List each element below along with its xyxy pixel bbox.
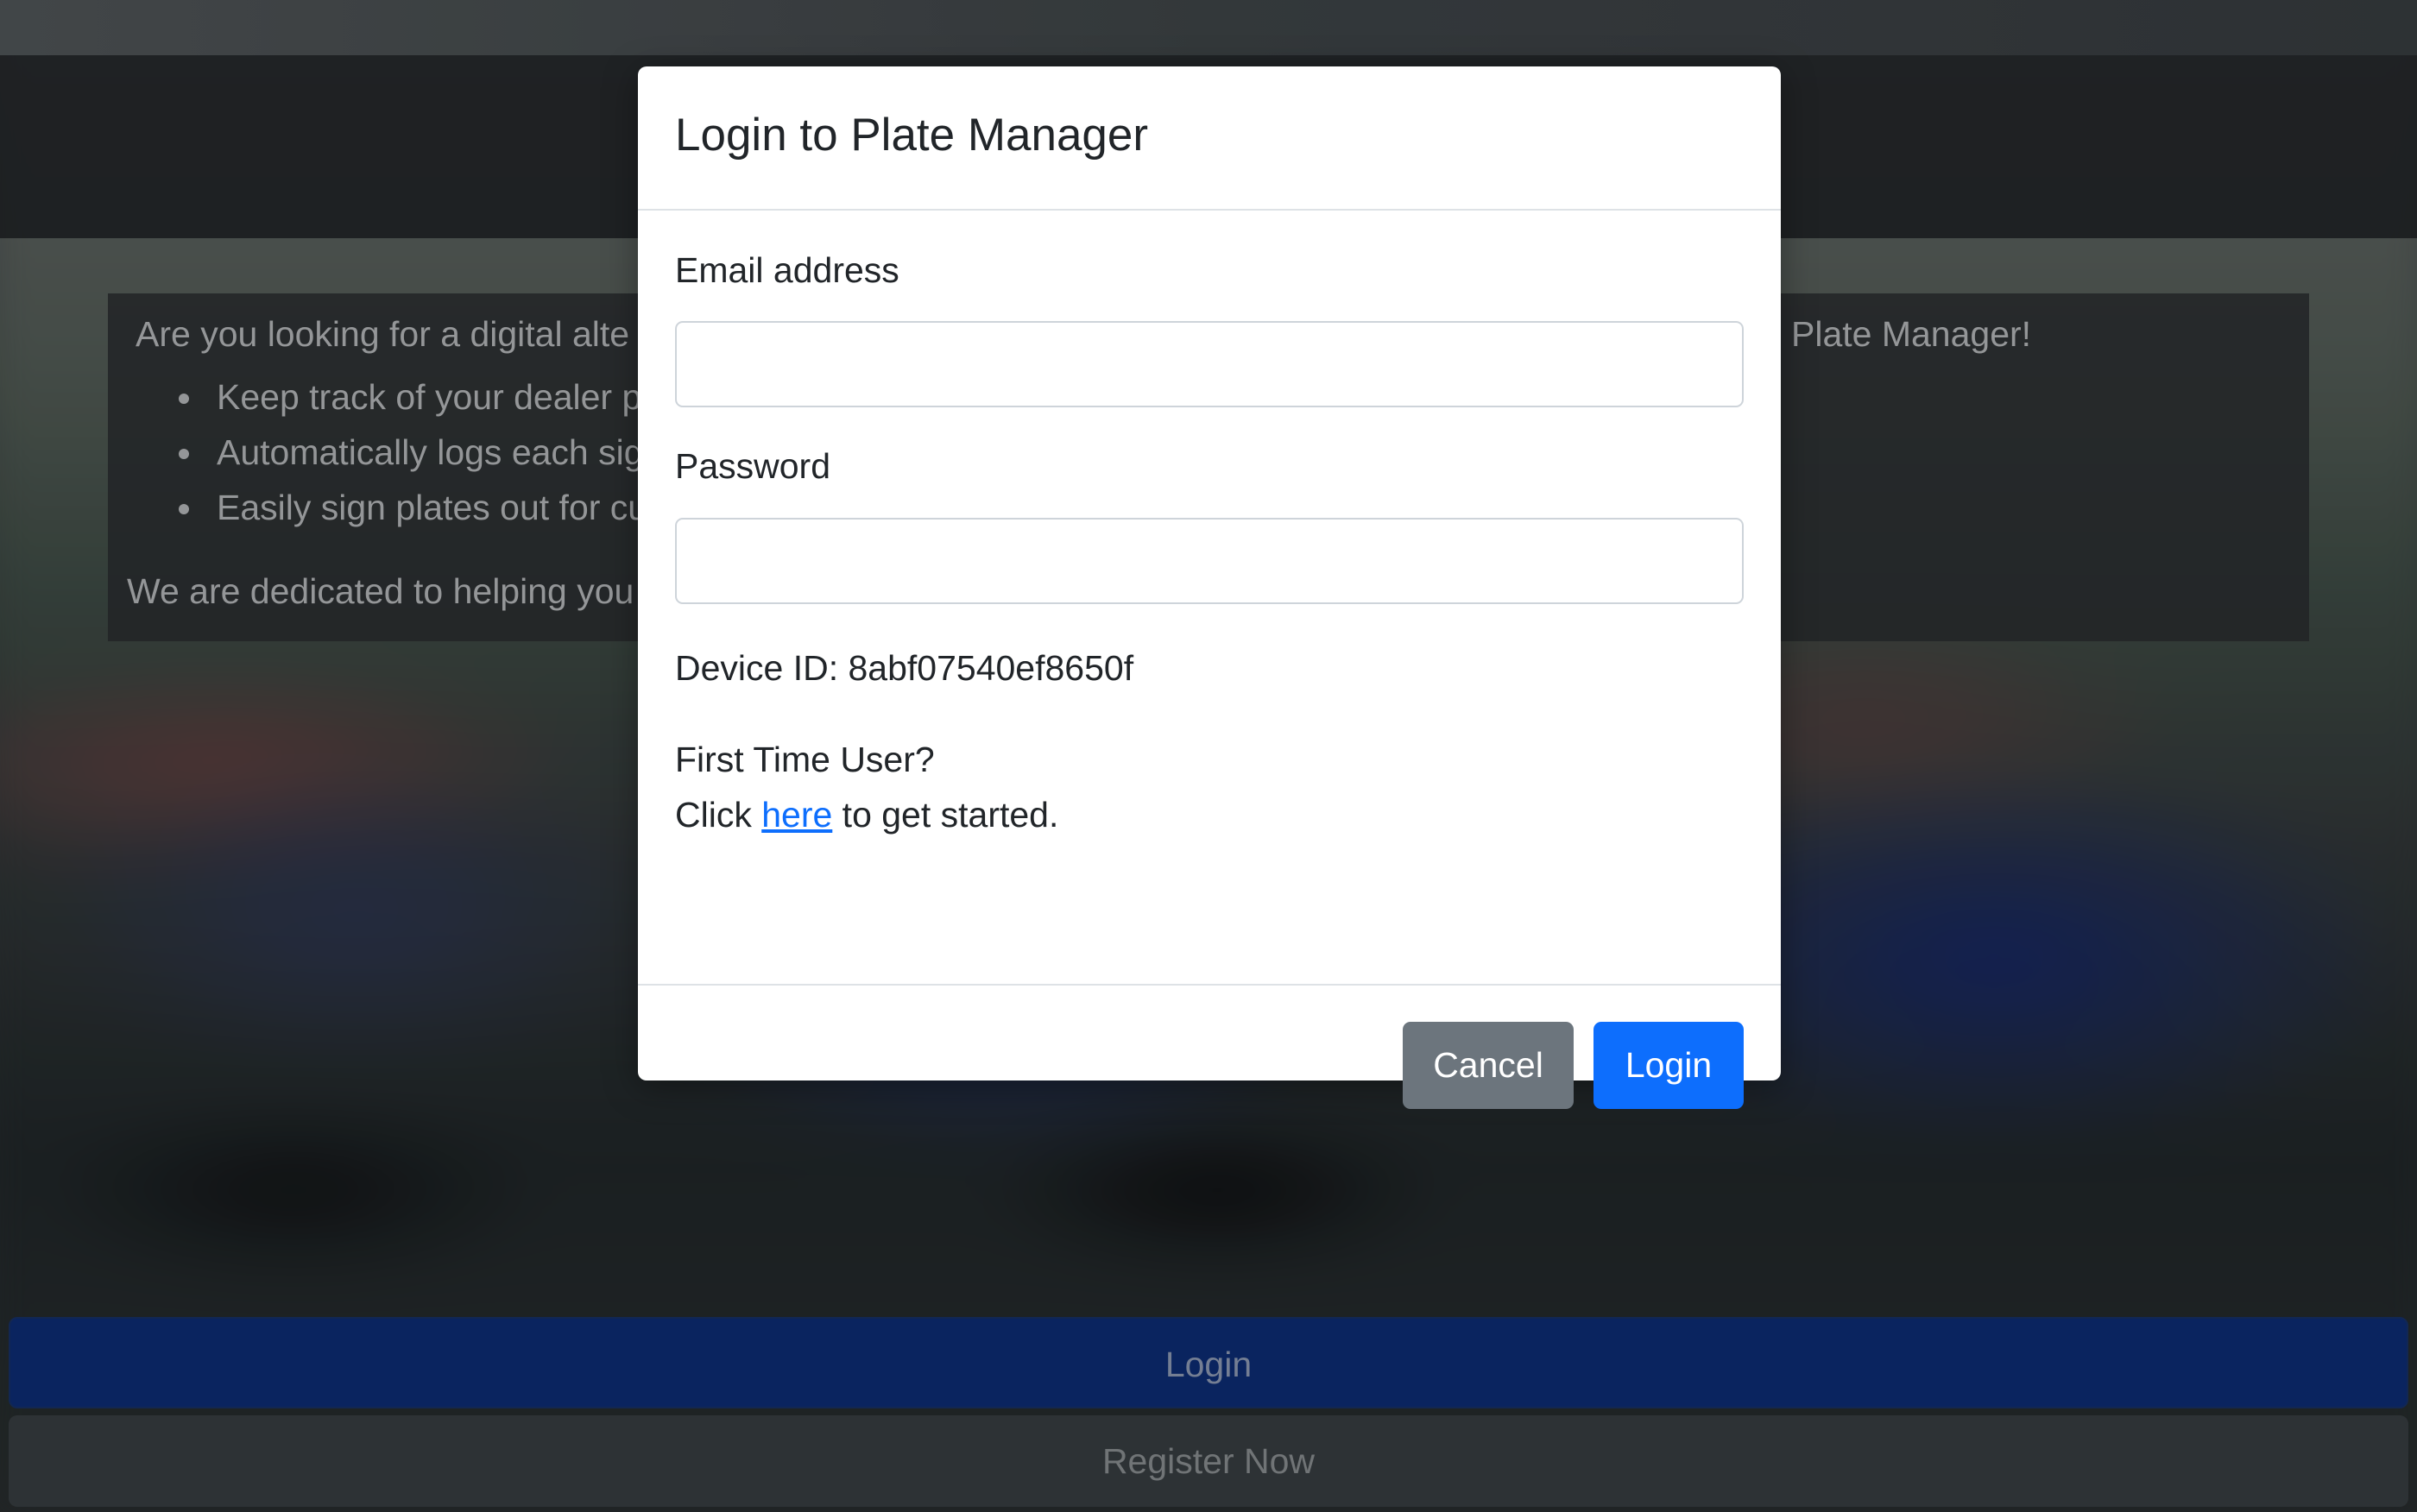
modal-footer: Cancel Login [638, 984, 1781, 1109]
password-label: Password [675, 446, 831, 486]
email-field[interactable] [675, 321, 1744, 407]
login-modal: Login to Plate Manager Email address Pas… [638, 66, 1781, 1109]
page: Are you looking for a digital alte Keep … [0, 0, 2417, 1512]
get-started-suffix: to get started. [832, 795, 1059, 835]
get-started-line: Click here to get started. [675, 792, 1058, 837]
device-id-text: Device ID: 8abf07540ef8650f [675, 648, 1134, 688]
login-submit-button[interactable]: Login [1593, 1022, 1744, 1109]
get-started-prefix: Click [675, 795, 762, 835]
first-time-user-text: First Time User? [675, 740, 935, 779]
cancel-button[interactable]: Cancel [1403, 1022, 1574, 1109]
get-started-link[interactable]: here [761, 795, 832, 835]
password-field[interactable] [675, 518, 1744, 604]
email-label: Email address [675, 250, 899, 290]
modal-header: Login to Plate Manager [638, 66, 1781, 211]
modal-title: Login to Plate Manager [675, 110, 1149, 161]
